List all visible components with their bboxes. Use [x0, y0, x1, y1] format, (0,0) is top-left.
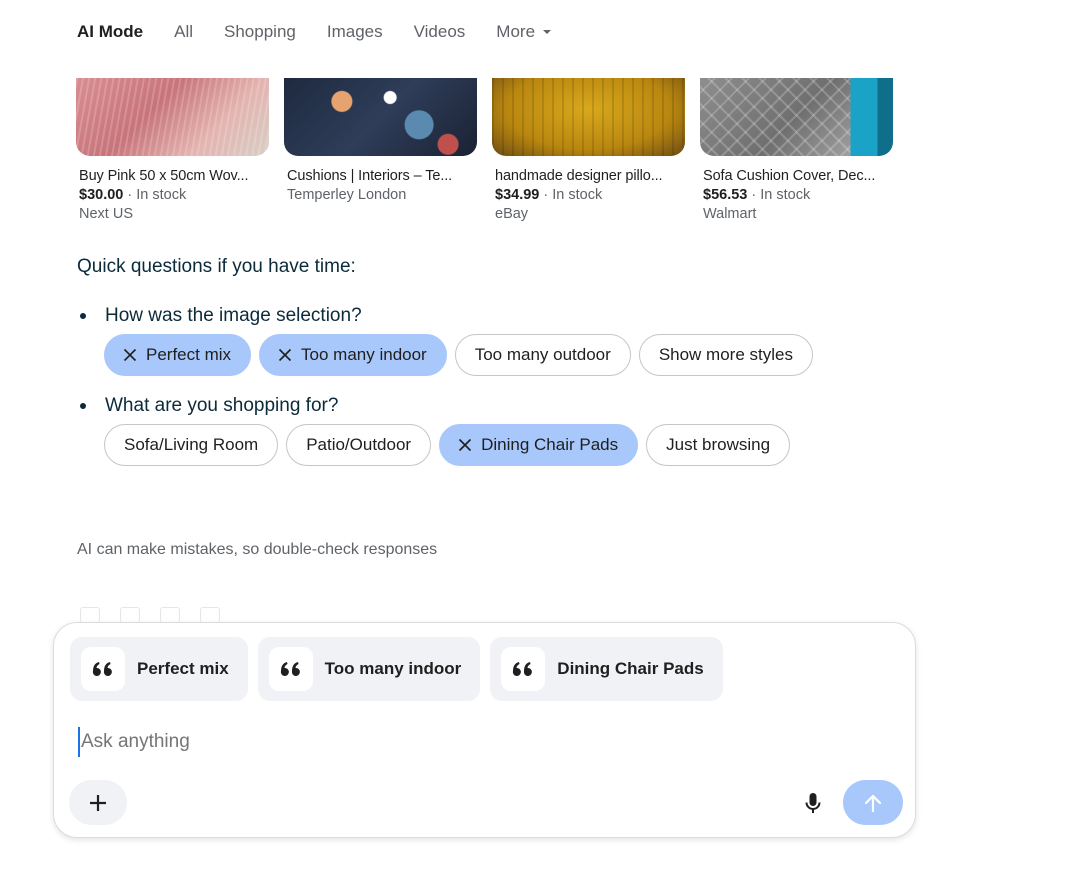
product-stock: In stock — [760, 187, 811, 203]
ask-composer: Perfect mix Too many indoor Dining Chair… — [53, 622, 916, 838]
product-stock: In stock — [136, 187, 187, 203]
chip-label: Dining Chair Pads — [481, 435, 619, 454]
caret-down-icon — [543, 30, 552, 34]
chip-just-browsing[interactable]: Just browsing — [646, 424, 791, 466]
chip-label: Sofa/Living Room — [124, 435, 259, 454]
product-store: Temperley London — [287, 187, 407, 203]
tab-ai-mode[interactable]: AI Mode — [77, 22, 143, 42]
question-image-selection: How was the image selection? — [80, 305, 362, 327]
chip-label: Patio/Outdoor — [306, 435, 412, 454]
chip-perfect-mix[interactable]: Perfect mix — [104, 334, 252, 376]
product-card[interactable]: Sofa Cushion Cover, Dec... $56.53 · In s… — [700, 78, 893, 222]
quoted-selections: Perfect mix Too many indoor Dining Chair… — [70, 637, 723, 701]
chip-show-more-styles[interactable]: Show more styles — [638, 334, 813, 376]
chip-patio-outdoor[interactable]: Patio/Outdoor — [286, 424, 432, 466]
ai-disclaimer: AI can make mistakes, so double-check re… — [77, 541, 438, 558]
question-text: What are you shopping for? — [105, 395, 339, 416]
stock-separator: · — [543, 187, 553, 203]
quote-glyph — [92, 662, 112, 676]
voice-input-button[interactable] — [796, 787, 830, 821]
quote-chip-too-many-indoor[interactable]: Too many indoor — [257, 637, 481, 701]
answer-chips-shopping-for: Sofa/Living Room Patio/Outdoor Dining Ch… — [104, 424, 791, 466]
chip-dining-chair-pads[interactable]: Dining Chair Pads — [439, 424, 639, 466]
product-card[interactable]: Buy Pink 50 x 50cm Wov... $30.00 · In st… — [76, 78, 269, 222]
ask-input[interactable] — [78, 727, 781, 757]
product-title[interactable]: handmade designer pillo... — [492, 168, 685, 184]
stock-separator: · — [751, 187, 761, 203]
chip-label: Perfect mix — [146, 345, 232, 364]
thumbs-up-icon[interactable] — [160, 607, 180, 623]
product-price: $56.53 — [703, 187, 748, 203]
close-icon — [278, 348, 292, 362]
bullet — [80, 403, 86, 409]
quote-chip-dining-chair-pads[interactable]: Dining Chair Pads — [490, 637, 723, 701]
quote-label: Too many indoor — [324, 659, 462, 678]
chip-sofa-living-room[interactable]: Sofa/Living Room — [104, 424, 279, 466]
product-price: $30.00 — [79, 187, 124, 203]
quote-glyph — [513, 662, 533, 676]
copy-icon[interactable] — [80, 607, 100, 623]
quote-icon — [501, 647, 546, 691]
product-store: Next US — [79, 206, 133, 222]
search-mode-tabs: AI Mode All Shopping Images Videos More — [77, 18, 582, 46]
product-image[interactable] — [492, 78, 685, 156]
stock-separator: · — [127, 187, 137, 203]
quote-label: Dining Chair Pads — [557, 659, 704, 678]
product-image[interactable] — [284, 78, 477, 156]
share-icon[interactable] — [120, 607, 140, 623]
product-card[interactable]: handmade designer pillo... $34.99 · In s… — [492, 78, 685, 222]
product-price-line: $56.53 · In stock — [700, 187, 893, 203]
add-button[interactable] — [69, 780, 127, 825]
arrow-up-icon — [864, 794, 882, 812]
question-shopping-for: What are you shopping for? — [80, 395, 338, 417]
quote-icon — [81, 647, 125, 691]
product-price: $34.99 — [495, 187, 540, 203]
close-icon — [123, 348, 137, 362]
quote-glyph — [280, 662, 300, 676]
product-title[interactable]: Buy Pink 50 x 50cm Wov... — [76, 168, 269, 184]
product-price-line: $30.00 · In stock — [76, 187, 269, 203]
quote-icon — [268, 647, 313, 691]
ai-mode-page: AI Mode All Shopping Images Videos More … — [0, 0, 1067, 870]
chip-label: Too many outdoor — [474, 345, 611, 364]
product-title[interactable]: Cushions | Interiors – Te... — [284, 168, 477, 184]
microphone-icon — [805, 793, 821, 813]
more-label: More — [496, 22, 536, 41]
quote-chip-perfect-mix[interactable]: Perfect mix — [70, 637, 248, 701]
tab-images[interactable]: Images — [327, 22, 383, 42]
product-price-line: $34.99 · In stock — [492, 187, 685, 203]
product-store: eBay — [495, 206, 529, 222]
product-carousel: Buy Pink 50 x 50cm Wov... $30.00 · In st… — [76, 78, 893, 222]
answer-chips-image-selection: Perfect mix Too many indoor Too many out… — [104, 334, 813, 376]
product-image[interactable] — [700, 78, 893, 156]
chip-label: Show more styles — [658, 345, 793, 364]
close-icon — [459, 438, 472, 452]
tab-all[interactable]: All — [174, 22, 193, 42]
product-stock: In stock — [552, 187, 603, 203]
tab-videos[interactable]: Videos — [414, 22, 466, 42]
product-title[interactable]: Sofa Cushion Cover, Dec... — [700, 168, 893, 184]
quote-label: Perfect mix — [137, 659, 229, 678]
send-button[interactable] — [843, 780, 903, 825]
response-actions — [80, 607, 220, 623]
product-card[interactable]: Cushions | Interiors – Te... Temperley L… — [284, 78, 477, 222]
chip-label: Just browsing — [666, 435, 771, 454]
tab-more[interactable]: More — [496, 22, 552, 42]
tab-shopping[interactable]: Shopping — [224, 22, 296, 42]
quick-questions-title: Quick questions if you have time: — [77, 256, 356, 277]
chip-label: Too many indoor — [301, 345, 427, 364]
bullet — [80, 313, 86, 319]
product-store: Walmart — [703, 206, 757, 222]
thumbs-down-icon[interactable] — [200, 607, 220, 623]
plus-icon — [90, 794, 106, 811]
chip-too-many-indoor[interactable]: Too many indoor — [259, 334, 447, 376]
chip-too-many-outdoor[interactable]: Too many outdoor — [454, 334, 631, 376]
product-image[interactable] — [76, 78, 269, 156]
question-text: How was the image selection? — [105, 305, 362, 326]
